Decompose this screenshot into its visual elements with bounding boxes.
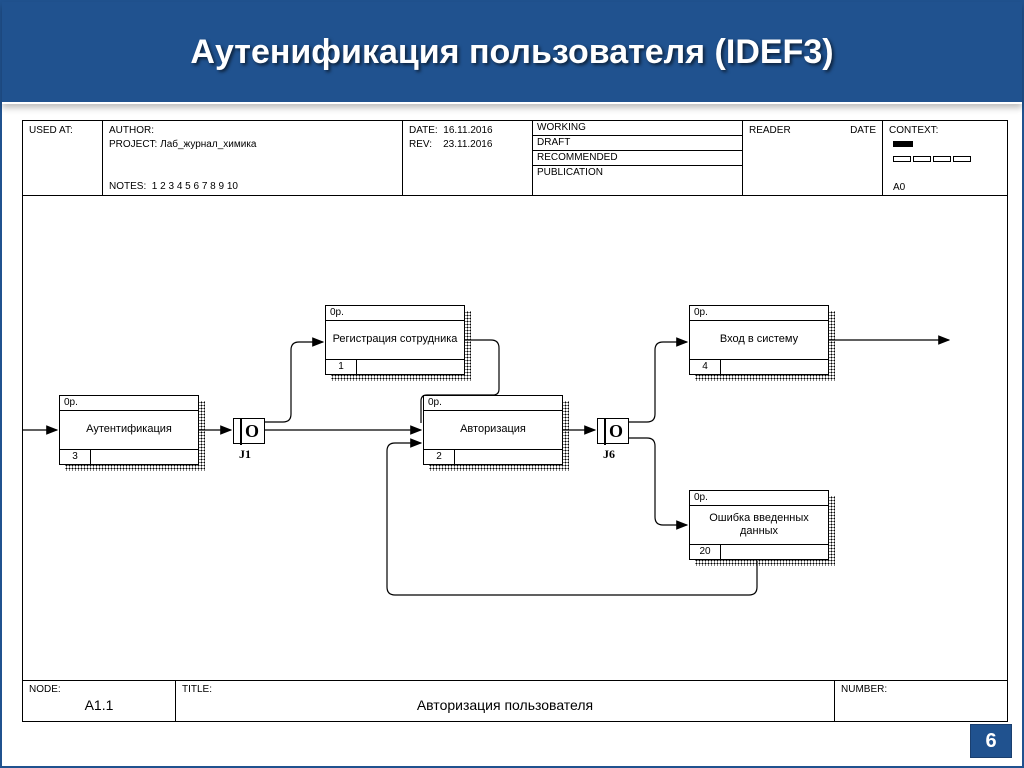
- diagram-sheet: USED AT: AUTHOR: PROJECT: Лаб_журнал_хим…: [22, 120, 1008, 722]
- uob-registration: 0р. Регистрация сотрудника 1: [325, 305, 465, 375]
- slide-title: Аутенификация пользователя (IDEF3): [190, 33, 833, 72]
- page-number: 6: [970, 724, 1012, 758]
- hdr-context: CONTEXT: A0: [883, 121, 1007, 195]
- junction-j1-label: J1: [239, 447, 251, 462]
- hdr-dates: DATE: 16.11.2016 REV: 23.11.2016: [403, 121, 533, 195]
- title-bar: Аутенификация пользователя (IDEF3): [2, 2, 1022, 104]
- hdr-author-project: AUTHOR: PROJECT: Лаб_журнал_химика NOTES…: [103, 121, 403, 195]
- slide: Аутенификация пользователя (IDEF3) USED …: [0, 0, 1024, 768]
- uob-error: 0р. Ошибка введенных данных 20: [689, 490, 829, 560]
- footer-title: TITLE: Авторизация пользователя: [176, 681, 835, 721]
- junction-j1: O: [233, 418, 265, 444]
- uob-authentication: 0р. Аутентификация 3: [59, 395, 199, 465]
- junction-j6: O: [597, 418, 629, 444]
- diagram-canvas: 0р. Аутентификация 3 0р. Регистрация сот…: [23, 195, 1007, 681]
- context-code: A0: [893, 182, 905, 193]
- diagram-header: USED AT: AUTHOR: PROJECT: Лаб_журнал_хим…: [23, 121, 1007, 196]
- footer-number: NUMBER:: [835, 681, 1007, 721]
- junction-j6-label: J6: [603, 447, 615, 462]
- uob-authorization: 0р. Авторизация 2: [423, 395, 563, 465]
- diagram-footer: NODE: A1.1 TITLE: Авторизация пользовате…: [23, 680, 1007, 721]
- footer-node: NODE: A1.1: [23, 681, 176, 721]
- hdr-reader: READER DATE: [743, 121, 883, 195]
- context-breadcrumb-icon: [893, 139, 973, 162]
- hdr-status: WORKING DRAFT RECOMMENDED PUBLICATION: [533, 121, 743, 195]
- uob-login: 0р. Вход в систему 4: [689, 305, 829, 375]
- hdr-used-at: USED AT:: [23, 121, 103, 195]
